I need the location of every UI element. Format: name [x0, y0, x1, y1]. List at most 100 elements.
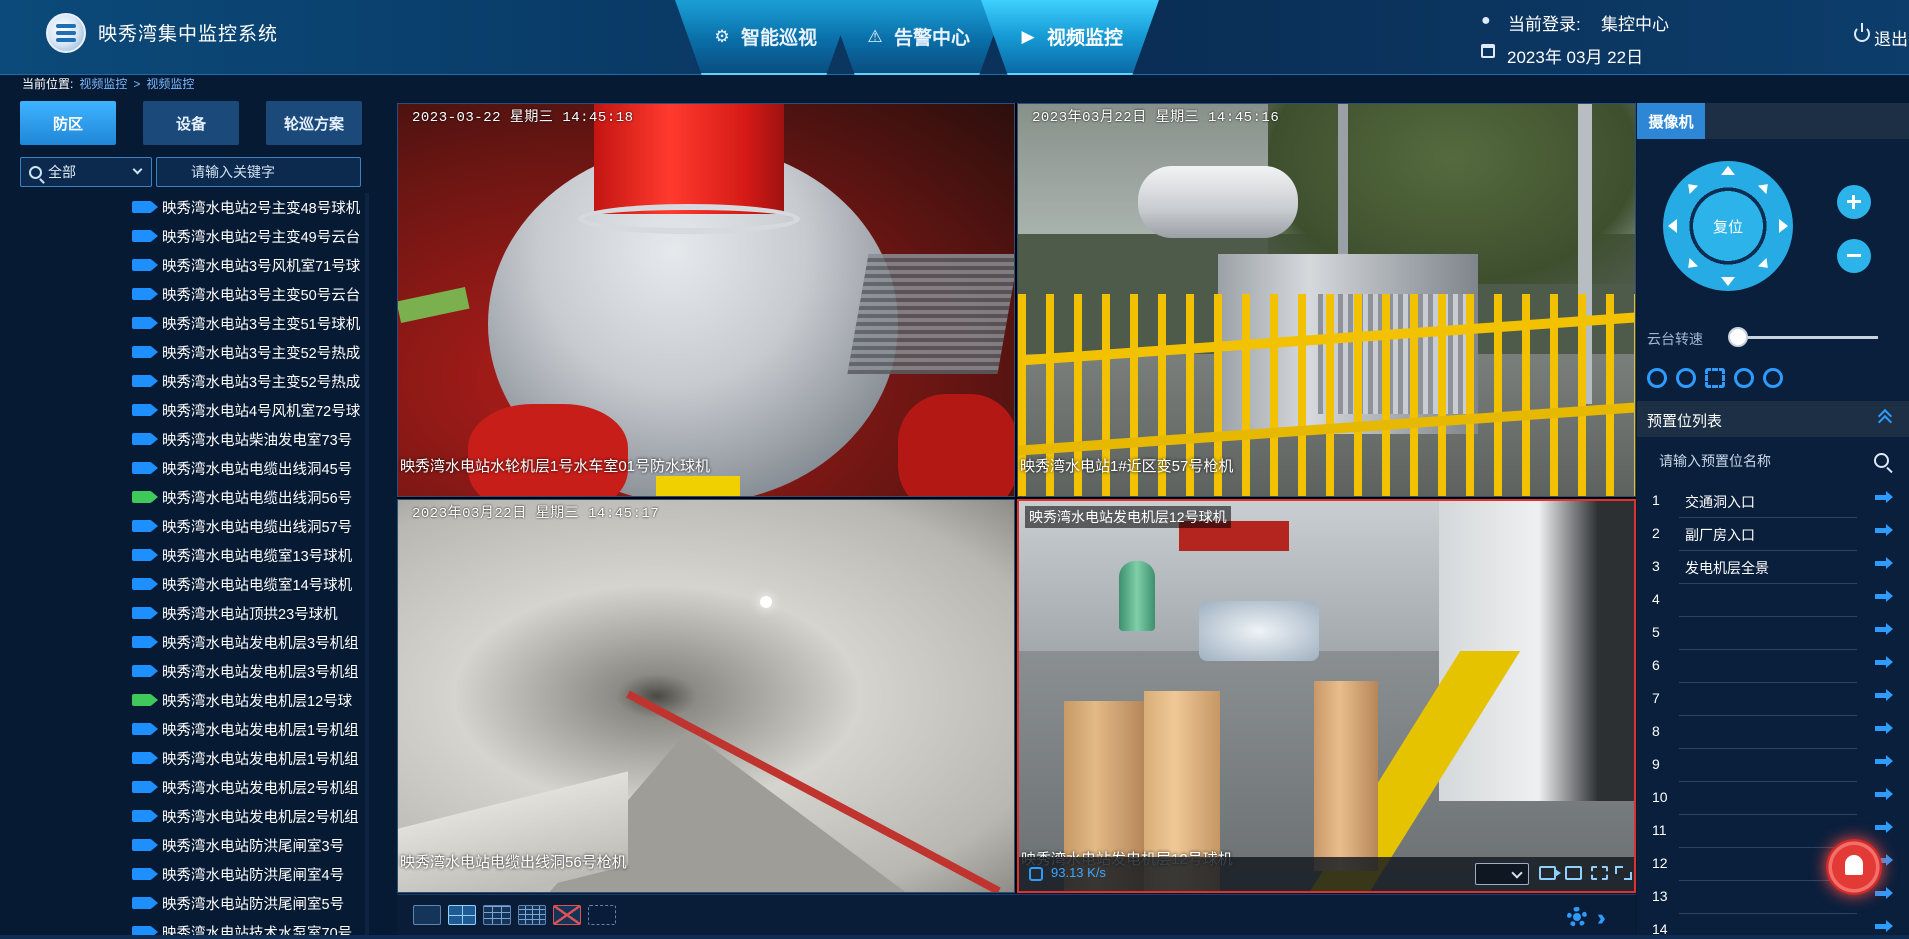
goto-preset-arrow-icon[interactable] [1875, 524, 1893, 536]
ptz-down-left-arrow-icon[interactable] [1683, 257, 1699, 273]
ptz-up-right-arrow-icon[interactable] [1757, 179, 1773, 195]
goto-preset-arrow-icon[interactable] [1875, 590, 1893, 602]
video-feed[interactable]: 2023-03-22 星期三 14:45:18 映秀湾水电站水轮机层1号水车室0… [397, 103, 1015, 497]
region-zoom-icon[interactable] [1591, 866, 1608, 880]
focus-far-icon[interactable] [1676, 368, 1696, 388]
preset-row[interactable]: 8 [1637, 716, 1909, 749]
camera-list-item[interactable]: 映秀湾水电站电缆出线洞56号 [132, 483, 362, 511]
video-feed[interactable]: 2023年03月22日 星期三 14:45:17 映秀湾水电站电缆出线洞56号枪… [397, 499, 1015, 893]
camera-list-item[interactable]: 映秀湾水电站3号风机室71号球 [132, 251, 362, 279]
ptz-speed-slider-thumb[interactable] [1728, 327, 1748, 347]
double-chevron-right-icon[interactable]: ›› [1597, 905, 1605, 931]
close-all-button[interactable] [553, 905, 581, 925]
fullscreen-icon[interactable] [1615, 866, 1632, 880]
camera-list-item[interactable]: 映秀湾水电站发电机层2号机组 [132, 773, 362, 801]
camera-list-item[interactable]: 映秀湾水电站2号主变48号球机 [132, 193, 362, 221]
camera-list-item[interactable]: 映秀湾水电站4号风机室72号球 [132, 396, 362, 424]
camera-list-item[interactable]: 映秀湾水电站电缆室14号球机 [132, 570, 362, 598]
search-icon[interactable] [1874, 453, 1889, 468]
preset-row[interactable]: 2 副厂房入口 [1637, 518, 1909, 551]
snapshot-icon[interactable] [1565, 866, 1582, 880]
record-icon[interactable] [1539, 866, 1561, 880]
tab-device[interactable]: 设备 [143, 101, 239, 145]
goto-preset-arrow-icon[interactable] [1875, 920, 1893, 932]
ptz-right-arrow-icon[interactable] [1779, 219, 1788, 233]
camera-list-item[interactable]: 映秀湾水电站电缆出线洞45号 [132, 454, 362, 482]
scrollbar[interactable] [365, 193, 369, 939]
iris-icon[interactable] [1734, 368, 1754, 388]
ptz-down-right-arrow-icon[interactable] [1757, 257, 1773, 273]
goto-preset-arrow-icon[interactable] [1875, 656, 1893, 668]
camera-list-item[interactable]: 映秀湾水电站顶拱23号球机 [132, 599, 362, 627]
camera-list-item[interactable]: 映秀湾水电站发电机层1号机组 [132, 744, 362, 772]
camera-list-item[interactable]: 映秀湾水电站电缆室13号球机 [132, 541, 362, 569]
tab-zone[interactable]: 防区 [20, 101, 116, 145]
camera-list-item[interactable]: 映秀湾水电站柴油发电室73号 [132, 425, 362, 453]
camera-list-item[interactable]: 映秀湾水电站发电机层12号球 [132, 686, 362, 714]
camera-list-item[interactable]: 映秀湾水电站发电机层2号机组 [132, 802, 362, 830]
camera-list-item[interactable]: 映秀湾水电站防洪尾闸室3号 [132, 831, 362, 859]
zoom-in-button[interactable] [1837, 185, 1871, 219]
camera-list-item[interactable]: 映秀湾水电站3号主变51号球机 [132, 309, 362, 337]
goto-preset-arrow-icon[interactable] [1875, 722, 1893, 734]
zoom-out-button[interactable] [1837, 239, 1871, 273]
camera-list-item[interactable]: 映秀湾水电站防洪尾闸室4号 [132, 860, 362, 888]
layout-1x1-button[interactable] [413, 905, 441, 925]
tab-smart-patrol[interactable]: ⚙ 智能巡视 [675, 0, 853, 75]
preset-row[interactable]: 9 [1637, 749, 1909, 782]
ptz-speed-slider-track[interactable] [1736, 336, 1878, 339]
camera-list-item[interactable]: 映秀湾水电站发电机层3号机组 [132, 628, 362, 656]
goto-preset-arrow-icon[interactable] [1875, 557, 1893, 569]
camera-list-item[interactable]: 映秀湾水电站电缆出线洞57号 [132, 512, 362, 540]
ptz-down-arrow-icon[interactable] [1721, 277, 1735, 286]
goto-preset-arrow-icon[interactable] [1875, 755, 1893, 767]
camera-list-item[interactable]: 映秀湾水电站3号主变52号热成 [132, 338, 362, 366]
layout-4x4-button[interactable] [518, 905, 546, 925]
camera-list-item[interactable]: 映秀湾水电站发电机层3号机组 [132, 657, 362, 685]
focus-near-icon[interactable] [1647, 368, 1667, 388]
light-icon[interactable] [1763, 368, 1783, 388]
ptz-reset-button[interactable]: 复位 [1703, 201, 1753, 251]
auto-scan-icon[interactable] [1705, 368, 1725, 388]
zone-filter-select[interactable]: 全部 [20, 157, 152, 187]
goto-preset-arrow-icon[interactable] [1875, 689, 1893, 701]
tab-patrol-plan[interactable]: 轮巡方案 [266, 101, 362, 145]
ptz-left-arrow-icon[interactable] [1668, 219, 1677, 233]
fullscreen-button[interactable] [588, 905, 616, 925]
camera-list-item[interactable]: 映秀湾水电站发电机层1号机组 [132, 715, 362, 743]
layout-3x3-button[interactable] [483, 905, 511, 925]
preset-row[interactable]: 1 交通洞入口 [1637, 485, 1909, 518]
video-feed-selected[interactable]: 映秀湾水电站发电机层12号球机 映秀湾水电站发电机层12号球机 93.13 K/… [1017, 499, 1636, 893]
video-feed[interactable]: 2023年03月22日 星期三 14:45:16 映秀湾水电站1#近区变57号枪… [1017, 103, 1636, 497]
ptz-up-left-arrow-icon[interactable] [1683, 179, 1699, 195]
camera-list-item[interactable]: 映秀湾水电站2号主变49号云台 [132, 222, 362, 250]
gear-icon[interactable] [1567, 907, 1587, 927]
preset-row[interactable]: 4 [1637, 584, 1909, 617]
preset-row[interactable]: 7 [1637, 683, 1909, 716]
camera-list-item[interactable]: 映秀湾水电站3号主变50号云台 [132, 280, 362, 308]
breadcrumb-item[interactable]: 视频监控 [146, 75, 194, 92]
camera-list-item[interactable]: 映秀湾水电站3号主变52号热成 [132, 367, 362, 395]
power-icon[interactable] [1854, 23, 1870, 42]
camera-list-item[interactable]: 映秀湾水电站防洪尾闸室5号 [132, 889, 362, 917]
preset-row[interactable]: 10 [1637, 782, 1909, 815]
tab-camera[interactable]: 摄像机 [1637, 103, 1705, 139]
preset-row[interactable]: 3 发电机层全景 [1637, 551, 1909, 584]
breadcrumb-item[interactable]: 视频监控 [79, 75, 127, 92]
preset-row[interactable]: 5 [1637, 617, 1909, 650]
goto-preset-arrow-icon[interactable] [1875, 821, 1893, 833]
preset-row[interactable]: 6 [1637, 650, 1909, 683]
alarm-bell-button[interactable] [1826, 839, 1882, 895]
logout-button[interactable]: 退出 [1874, 25, 1908, 50]
stream-quality-select[interactable] [1475, 863, 1529, 885]
preset-search-input[interactable] [1659, 446, 1879, 476]
ptz-up-arrow-icon[interactable] [1721, 166, 1735, 175]
goto-preset-arrow-icon[interactable] [1875, 788, 1893, 800]
goto-preset-arrow-icon[interactable] [1875, 623, 1893, 635]
goto-preset-arrow-icon[interactable] [1875, 491, 1893, 503]
tab-video-monitor[interactable]: ▶ 视频监控 [981, 0, 1159, 75]
goto-preset-arrow-icon[interactable] [1875, 887, 1893, 899]
tab-alarm-center[interactable]: ⚠ 告警中心 [828, 0, 1006, 75]
collapse-up-icon[interactable] [1877, 407, 1893, 429]
keyword-search-input[interactable] [156, 157, 361, 187]
